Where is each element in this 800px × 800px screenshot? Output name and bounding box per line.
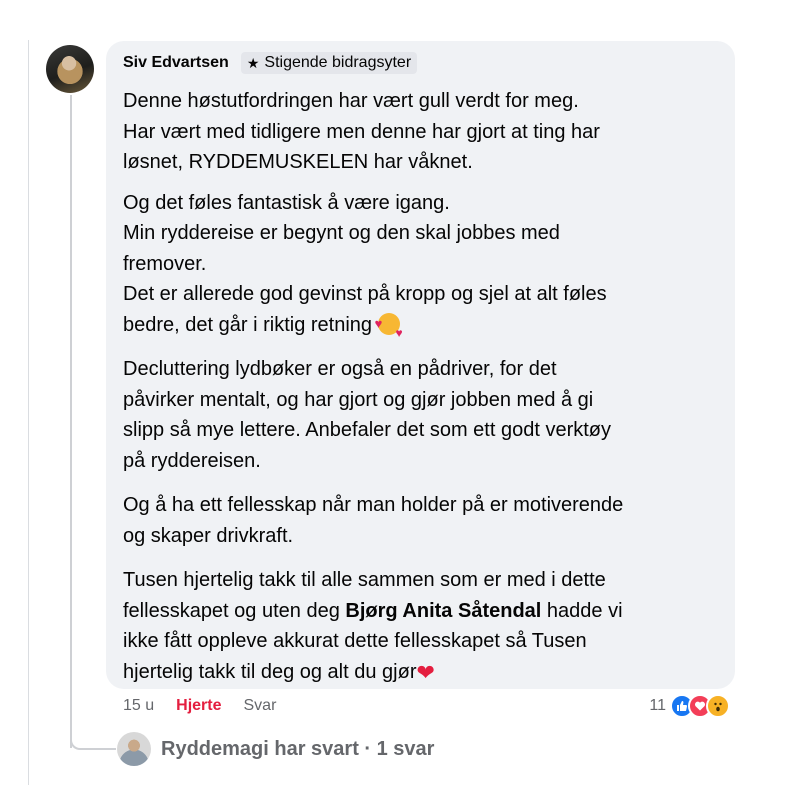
comment-line: hjertelig takk til deg og alt du gjør❤ xyxy=(123,657,723,689)
author-avatar[interactable] xyxy=(46,45,94,93)
comment-line: og skaper drivkraft. xyxy=(123,524,294,547)
comment-line: Det er allerede god gevinst på kropp og … xyxy=(123,283,607,305)
thread-connector xyxy=(70,740,116,750)
comment-line: Har vært med tidligere men denne har gjo… xyxy=(123,120,600,143)
comment-body: Denne høstutfordringen har vært gull ver… xyxy=(123,86,723,688)
thread-line xyxy=(70,95,72,748)
comment-header: Siv Edvartsen ★ Stigende bidragsyter xyxy=(123,52,418,74)
comment-timestamp[interactable]: 15 u xyxy=(123,697,154,715)
reaction-count: 11 xyxy=(649,697,666,714)
comment-actions: 15 u Hjerte Svar xyxy=(123,697,276,715)
comment-line: fellesskapet og uten deg Bjørg Anita Såt… xyxy=(123,596,723,627)
comment-line: Min ryddereise er begynt og den skal job… xyxy=(123,222,560,244)
comment-line: Tusen hjertelig takk til alle sammen som… xyxy=(123,569,606,591)
comment-line: Denne høstutfordringen har vært gull ver… xyxy=(123,90,579,112)
comment-line: fremover. xyxy=(123,252,207,275)
comment-line: påvirker mentalt, og har gjort og gjør j… xyxy=(123,388,594,411)
contributor-badge[interactable]: ★ Stigende bidragsyter xyxy=(240,52,418,74)
reactions-summary[interactable]: 11 xyxy=(649,694,730,718)
comment-line-text: hadde vi xyxy=(541,599,623,622)
comment-line: Og å ha ett fellesskap når man holder på… xyxy=(123,494,624,516)
clipped-line xyxy=(123,178,723,188)
author-name[interactable]: Siv Edvartsen xyxy=(123,54,229,72)
comment-line: ikke fått oppleve akkurat dette fellessk… xyxy=(123,630,587,652)
reply-button[interactable]: Svar xyxy=(244,697,277,715)
replier-avatar xyxy=(117,732,151,766)
view-replies-link[interactable]: Ryddemagi har svart · 1 svar xyxy=(117,732,434,766)
replies-text: Ryddemagi har svart · 1 svar xyxy=(161,737,435,760)
star-icon: ★ xyxy=(246,54,260,71)
comment-line: bedre, det går i riktig retning xyxy=(123,309,723,349)
comment-line-text: bedre, det går i riktig retning xyxy=(123,313,373,336)
comment-line-text: fellesskapet og uten deg xyxy=(123,599,346,622)
smiling-face-with-hearts-icon xyxy=(375,309,403,349)
comment-line: på ryddereisen. xyxy=(123,449,261,472)
comment-line-text: hjertelig takk til deg og alt du gjør xyxy=(123,660,417,683)
comment-line: løsnet, RYDDEMUSKELEN har våknet. xyxy=(123,151,473,173)
comment-bubble: Siv Edvartsen ★ Stigende bidragsyter Den… xyxy=(106,41,735,689)
comment-line: Decluttering lydbøker er også en pådrive… xyxy=(123,358,557,380)
comment-line: Og det føles fantastisk å være igang. xyxy=(123,191,450,214)
wow-reaction-icon xyxy=(706,694,730,718)
red-heart-icon: ❤ xyxy=(416,659,435,685)
left-border xyxy=(28,40,29,785)
badge-label: Stigende bidragsyter xyxy=(264,54,412,71)
love-reaction-button[interactable]: Hjerte xyxy=(176,697,221,715)
comment-line: slipp så mye lettere. Anbefaler det som … xyxy=(123,419,612,441)
mention-link[interactable]: Bjørg Anita Såtendal xyxy=(345,600,541,622)
